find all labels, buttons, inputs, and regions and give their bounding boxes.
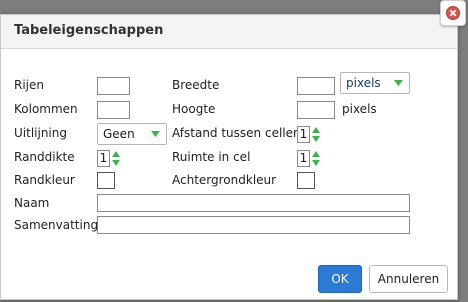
summary-label: Samenvatting (14, 218, 99, 232)
close-icon (446, 6, 460, 20)
border-width-input[interactable]: 1 (97, 150, 110, 167)
rows-label: Rijen (14, 78, 44, 92)
cell-spacing-spinner-icon[interactable] (311, 126, 321, 143)
close-button[interactable] (440, 0, 466, 26)
dialog-title: Tabeleigenschappen (14, 23, 164, 38)
border-width-spinner-icon[interactable] (111, 150, 121, 167)
width-unit-value: pixels (346, 76, 381, 90)
dialog-titlebar[interactable]: Tabeleigenschappen (1, 15, 457, 49)
name-input[interactable] (97, 194, 410, 212)
border-color-label: Randkleur (14, 173, 75, 187)
align-select-value: Geen (103, 127, 135, 141)
align-select[interactable]: Geen (97, 123, 167, 145)
table-properties-dialog: Tabeleigenschappen Rijen Kolommen Uitlij… (0, 14, 458, 300)
cell-spacing-input[interactable]: 1 (297, 126, 310, 143)
summary-input[interactable] (97, 216, 410, 234)
chevron-down-icon (394, 80, 403, 86)
border-label: Randdikte (14, 150, 75, 164)
rows-input[interactable] (97, 77, 130, 95)
border-color-swatch[interactable] (97, 172, 115, 189)
ok-button[interactable]: OK (318, 265, 362, 293)
height-label: Hoogte (172, 102, 216, 116)
background-color-swatch[interactable] (297, 172, 315, 189)
align-label: Uitlijning (14, 126, 67, 140)
name-label: Naam (14, 196, 50, 210)
cell-padding-label: Ruimte in cel (172, 150, 251, 164)
background-color-label: Achtergrondkleur (172, 173, 277, 187)
width-unit-select[interactable]: pixels (340, 72, 410, 94)
cell-padding-input[interactable]: 1 (297, 150, 310, 167)
cell-spacing-label: Afstand tussen cellen (172, 126, 301, 140)
cancel-button[interactable]: Annuleren (369, 265, 448, 293)
chevron-down-icon (151, 131, 160, 137)
columns-input[interactable] (97, 101, 130, 119)
width-label: Breedte (172, 78, 220, 92)
columns-label: Kolommen (14, 102, 78, 116)
cell-padding-spinner-icon[interactable] (311, 150, 321, 167)
width-input[interactable] (297, 77, 335, 95)
height-unit-label: pixels (342, 102, 377, 116)
height-input[interactable] (297, 101, 335, 119)
